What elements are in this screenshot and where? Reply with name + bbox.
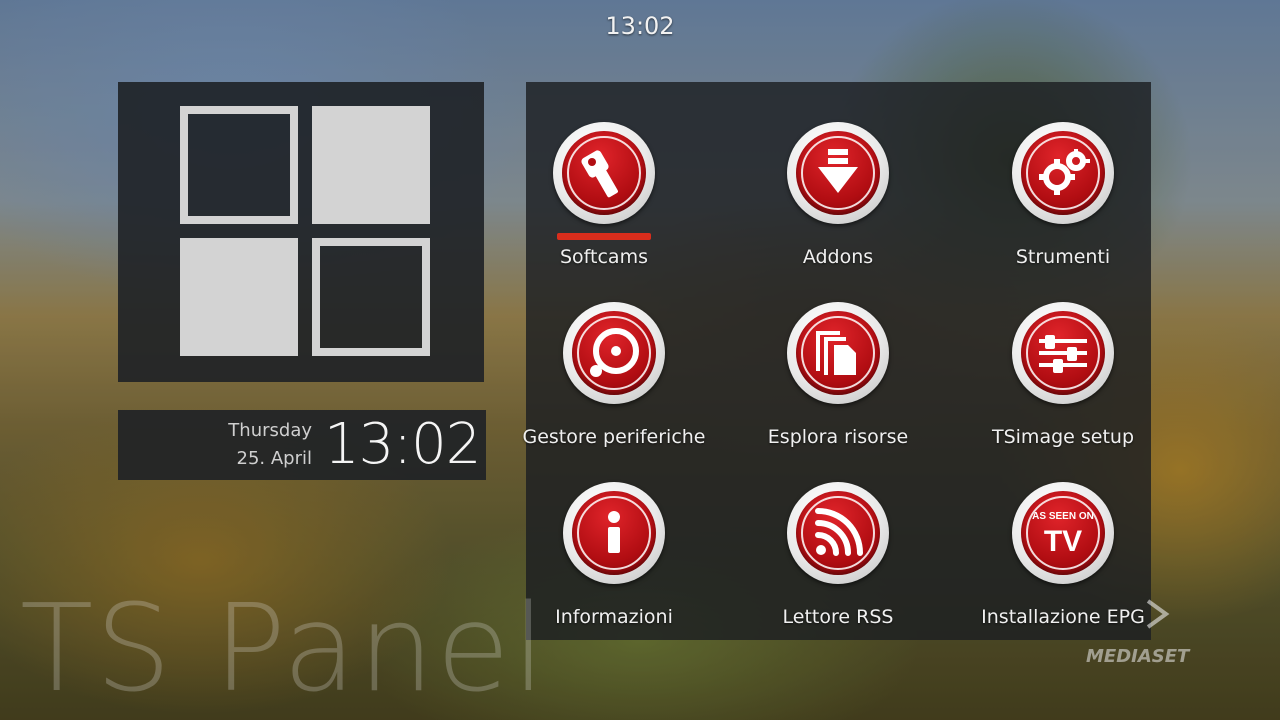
menu-item-installazione-epg[interactable]: AS SEEN ON TV Installazione EPG [963, 442, 1163, 628]
rss-icon [787, 482, 889, 584]
softcam-key-icon [553, 122, 655, 224]
menu-item-strumenti[interactable]: Strumenti [963, 82, 1163, 268]
menu-item-lettore-rss[interactable]: Lettore RSS [738, 442, 938, 628]
channel-logo: MEDIASET [1086, 646, 1190, 667]
menu-item-softcams[interactable]: Softcams [504, 82, 704, 268]
sliders-icon [1012, 302, 1114, 404]
download-arrow-icon [787, 122, 889, 224]
chevron-right-icon [1146, 599, 1170, 629]
icon-caption: AS SEEN ON [1032, 511, 1094, 522]
files-icon [787, 302, 889, 404]
icon-caption: TV [1044, 525, 1082, 558]
logo-panel [118, 82, 484, 382]
date-time-panel: Thursday 25. April 13:02 [118, 410, 486, 480]
selection-indicator [557, 233, 651, 240]
panel-title-watermark: TS Panel [20, 580, 548, 719]
menu-item-gestore-periferiche[interactable]: Gestore periferiche [514, 262, 714, 448]
menu-item-tsimage-setup[interactable]: TSimage setup [963, 262, 1163, 448]
logo-tile-outline [312, 238, 430, 356]
info-icon [563, 482, 665, 584]
logo-tile-solid [312, 106, 430, 224]
main-menu-panel: Softcams Addons Strumenti Gestore perife… [523, 82, 1151, 640]
top-clock: 13:02 [605, 12, 675, 40]
menu-item-addons[interactable]: Addons [738, 82, 938, 268]
as-seen-on-tv-icon: AS SEEN ON TV [1012, 482, 1114, 584]
day-label: Thursday [228, 420, 312, 441]
date-label: 25. April [236, 448, 313, 469]
menu-item-esplora-risorse[interactable]: Esplora risorse [738, 262, 938, 448]
hard-drive-icon [563, 302, 665, 404]
logo-tile-solid [180, 238, 298, 356]
gears-icon [1012, 122, 1114, 224]
logo-tile-outline [180, 106, 298, 224]
big-clock: 13:02 [324, 412, 481, 477]
